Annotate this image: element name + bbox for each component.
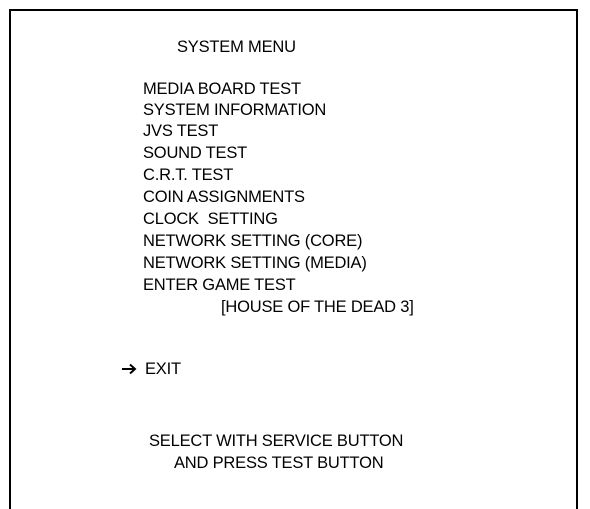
right-arrow-icon (122, 363, 137, 375)
menu-item-network-setting-core[interactable]: NETWORK SETTING (CORE) (143, 232, 362, 251)
menu-item-clock-setting[interactable]: CLOCK SETTING (143, 210, 278, 229)
menu-item-exit[interactable]: EXIT (145, 360, 181, 379)
menu-item-system-information[interactable]: SYSTEM INFORMATION (143, 101, 326, 120)
game-name-label: [HOUSE OF THE DEAD 3] (221, 298, 414, 316)
menu-item-enter-game-test[interactable]: ENTER GAME TEST (143, 276, 296, 295)
menu-item-network-setting-media[interactable]: NETWORK SETTING (MEDIA) (143, 254, 367, 273)
menu-item-jvs-test[interactable]: JVS TEST (143, 122, 218, 141)
system-menu-screen: SYSTEM MENU MEDIA BOARD TEST SYSTEM INFO… (9, 9, 578, 509)
menu-item-media-board-test[interactable]: MEDIA BOARD TEST (143, 80, 301, 99)
instruction-line-2: AND PRESS TEST BUTTON (174, 454, 384, 472)
menu-item-coin-assignments[interactable]: COIN ASSIGNMENTS (143, 188, 305, 207)
menu-item-sound-test[interactable]: SOUND TEST (143, 144, 247, 163)
menu-item-crt-test[interactable]: C.R.T. TEST (143, 166, 233, 185)
menu-title: SYSTEM MENU (177, 38, 296, 56)
instruction-line-1: SELECT WITH SERVICE BUTTON (149, 432, 404, 450)
